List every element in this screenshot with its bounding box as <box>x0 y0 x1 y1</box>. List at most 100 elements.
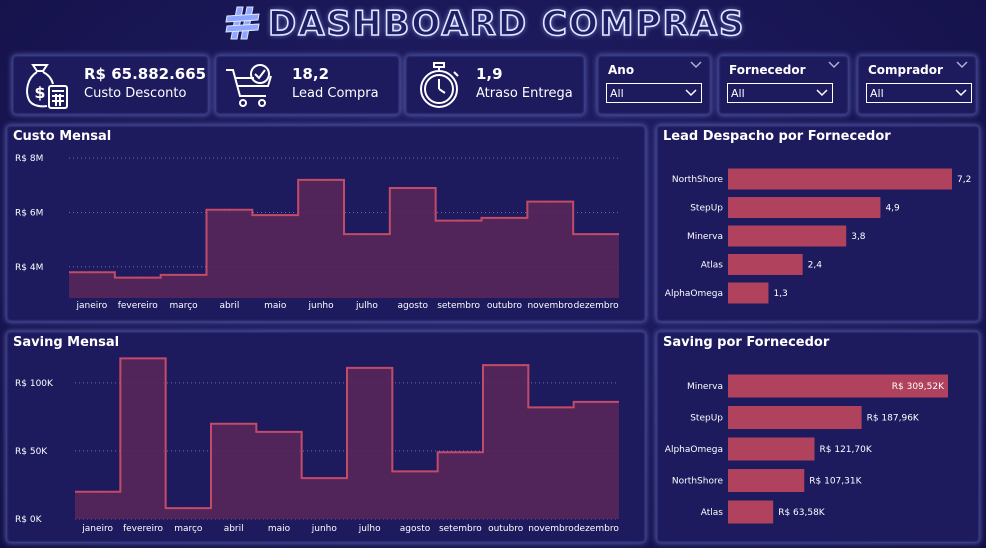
header: DASHBOARD COMPRAS <box>0 0 986 48</box>
svg-text:$: $ <box>34 83 45 102</box>
x-tick-label: dezembro <box>574 524 619 534</box>
data-point-janeiro <box>96 490 99 493</box>
data-point-outubro <box>504 364 507 367</box>
x-tick-label: abril <box>219 301 239 311</box>
category-label: NorthShore <box>672 175 724 185</box>
kpi-value-lead-compra: 18,2 <box>292 65 330 83</box>
filter-value-ano: All <box>610 87 624 100</box>
data-point-dezembro <box>595 233 598 236</box>
data-point-agosto <box>411 187 414 190</box>
x-tick-label: janeiro <box>81 524 113 534</box>
kpi-card-lead-compra: 18,2 Lead Compra <box>215 55 400 115</box>
bar-StepUp <box>728 406 862 429</box>
bar-NorthShore <box>728 168 952 190</box>
kpi-card-custo-desconto: $ R$ 65.882.665 Custo Desconto <box>12 55 209 115</box>
x-tick-label: fevereiro <box>123 524 164 534</box>
data-label: 2,4 <box>808 261 823 271</box>
x-tick-label: julho <box>355 301 378 311</box>
y-tick-label: R$ 0K <box>15 515 43 525</box>
x-tick-label: maio <box>264 301 287 311</box>
chart-card-saving-fornecedor: Saving por Fornecedor Minerva R$ 309,52K S… <box>656 331 980 543</box>
x-tick-label: novembro <box>528 524 574 534</box>
chevron-down-icon[interactable] <box>956 60 968 70</box>
shopping-cart-check-icon <box>226 64 272 107</box>
filter-label-fornecedor: Fornecedor <box>729 63 806 77</box>
x-tick-label: fevereiro <box>118 301 159 311</box>
data-point-junho <box>320 178 323 181</box>
chevron-down-icon <box>685 89 697 97</box>
page-title: DASHBOARD COMPRAS <box>267 3 746 45</box>
kpi-card-atraso-entrega: 1,9 Atraso Entrega <box>405 55 585 115</box>
x-tick-label: julho <box>358 524 381 534</box>
x-tick-label: junho <box>311 524 338 534</box>
data-point-maio <box>278 430 280 433</box>
data-point-abril <box>228 208 231 211</box>
bar-NorthShore <box>728 469 805 492</box>
saving-mensal-chart: R$ 100K R$ 50K R$ 0K janeiro fevereiro março a… <box>15 357 619 534</box>
bar-StepUp <box>728 197 881 218</box>
data-point-agosto <box>414 470 416 473</box>
filter-ano: Ano All <box>597 55 711 115</box>
kpi-value-custo-desconto: R$ 65.882.665 <box>84 65 207 83</box>
data-point-abril <box>232 422 235 425</box>
category-label: AlphaOmega <box>665 289 723 299</box>
data-point-novembro <box>550 406 552 409</box>
data-point-fevereiro <box>142 357 144 360</box>
x-tick-label: novembro <box>527 301 573 311</box>
category-label: Atlas <box>701 261 724 271</box>
data-label: R$ 63,58K <box>778 508 826 518</box>
x-tick-label: junho <box>308 301 335 311</box>
category-label: AlphaOmega <box>665 445 723 455</box>
x-tick-label: agosto <box>398 301 429 311</box>
category-label: NorthShore <box>672 477 724 487</box>
stopwatch-icon <box>420 62 459 108</box>
chevron-down-icon[interactable] <box>828 60 840 70</box>
x-tick-label: setembro <box>439 524 482 534</box>
category-label: Atlas <box>701 508 724 518</box>
data-label: 7,2 <box>957 175 971 185</box>
data-label: R$ 107,31K <box>809 477 862 487</box>
data-point-outubro <box>503 216 506 219</box>
filter-comprador: Comprador All <box>857 55 977 115</box>
x-tick-label: abril <box>224 524 244 534</box>
data-label: R$ 309,52K <box>892 382 945 392</box>
hashtag-logo-icon <box>225 6 260 40</box>
data-point-novembro <box>549 200 552 203</box>
data-label: 1,3 <box>773 289 787 299</box>
bar-AlphaOmega <box>728 437 815 461</box>
x-tick-label: setembro <box>437 301 480 311</box>
chart-card-saving-mensal: Saving Mensal R$ 100K R$ 50K R$ 0K janeiro f… <box>6 331 646 543</box>
money-bag-calculator-icon: $ <box>26 64 68 109</box>
data-label: R$ 187,96K <box>867 414 920 424</box>
data-point-maio <box>274 214 277 217</box>
data-label: R$ 121,70K <box>820 445 873 455</box>
y-tick-label: R$ 6M <box>15 208 43 218</box>
data-label: 3,8 <box>851 232 866 242</box>
kpi-value-atraso-entrega: 1,9 <box>476 65 503 83</box>
data-point-junho <box>323 477 326 480</box>
filter-select-fornecedor[interactable]: All <box>727 83 833 103</box>
filter-label-ano: Ano <box>608 63 635 77</box>
x-tick-label: dezembro <box>574 301 619 311</box>
x-tick-label: agosto <box>400 524 431 534</box>
filter-label-comprador: Comprador <box>868 63 943 77</box>
category-label: Minerva <box>687 232 723 242</box>
category-label: StepUp <box>690 204 723 214</box>
chart-card-custo-mensal: Custo Mensal R$ 8M R$ 6M R$ 4M janeiro fever… <box>6 125 646 322</box>
bar-AlphaOmega <box>728 282 769 304</box>
filter-value-comprador: All <box>870 87 884 100</box>
filter-select-comprador[interactable]: All <box>866 83 972 103</box>
chevron-down-icon[interactable] <box>690 60 702 70</box>
filter-fornecedor: Fornecedor All <box>718 55 849 115</box>
filter-value-fornecedor: All <box>731 87 745 100</box>
chevron-down-icon <box>816 89 828 97</box>
data-point-março <box>187 507 190 510</box>
filter-select-ano[interactable]: All <box>606 83 702 103</box>
x-tick-label: outubro <box>487 301 523 311</box>
kpi-label-atraso-entrega: Atraso Entrega <box>476 86 573 101</box>
x-tick-label: janeiro <box>76 301 108 311</box>
data-point-julho <box>368 366 371 369</box>
x-tick-label: março <box>169 301 198 311</box>
y-tick-label: R$ 50K <box>15 447 48 457</box>
data-point-janeiro <box>90 271 93 274</box>
